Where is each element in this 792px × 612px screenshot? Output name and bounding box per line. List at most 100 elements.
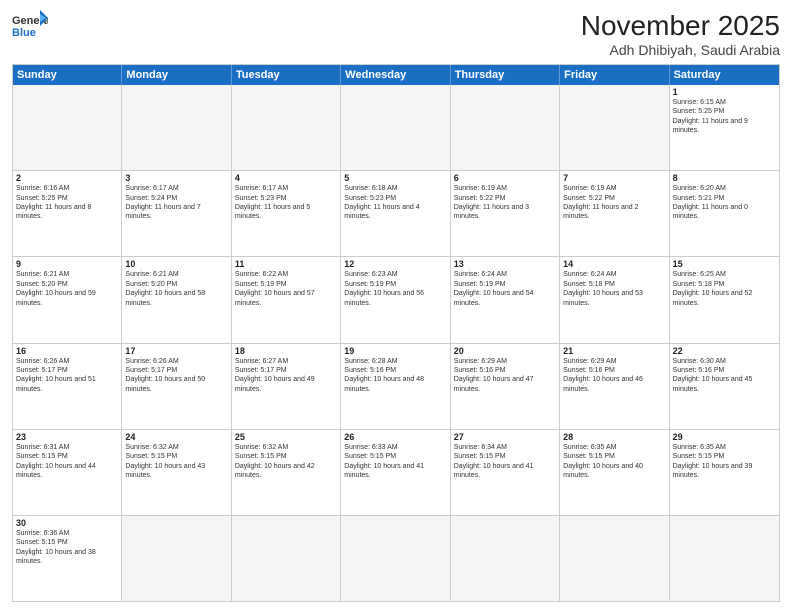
cell-info: Sunrise: 6:31 AMSunset: 5:15 PMDaylight:… [16,443,118,481]
logo: General Blue [12,10,48,38]
day-number: 1 [673,87,776,97]
cell-info: Sunrise: 6:25 AMSunset: 5:18 PMDaylight:… [673,270,776,308]
cal-cell [341,85,450,170]
cell-info: Sunrise: 6:32 AMSunset: 5:15 PMDaylight:… [235,443,337,481]
day-number: 27 [454,432,556,442]
cal-cell: 13Sunrise: 6:24 AMSunset: 5:19 PMDayligh… [451,257,560,342]
day-number: 2 [16,173,118,183]
calendar: SundayMondayTuesdayWednesdayThursdayFrid… [12,64,780,602]
cal-cell: 24Sunrise: 6:32 AMSunset: 5:15 PMDayligh… [122,430,231,515]
cal-cell: 28Sunrise: 6:35 AMSunset: 5:15 PMDayligh… [560,430,669,515]
header-day-tuesday: Tuesday [232,65,341,85]
cell-info: Sunrise: 6:35 AMSunset: 5:15 PMDaylight:… [673,443,776,481]
cell-info: Sunrise: 6:17 AMSunset: 5:24 PMDaylight:… [125,184,227,222]
cal-cell [560,85,669,170]
day-number: 28 [563,432,665,442]
day-number: 5 [344,173,446,183]
cal-cell: 23Sunrise: 6:31 AMSunset: 5:15 PMDayligh… [13,430,122,515]
day-number: 18 [235,346,337,356]
cal-cell: 12Sunrise: 6:23 AMSunset: 5:19 PMDayligh… [341,257,450,342]
day-number: 11 [235,259,337,269]
day-number: 14 [563,259,665,269]
day-number: 29 [673,432,776,442]
header-day-monday: Monday [122,65,231,85]
cal-cell: 14Sunrise: 6:24 AMSunset: 5:18 PMDayligh… [560,257,669,342]
cal-cell: 6Sunrise: 6:19 AMSunset: 5:22 PMDaylight… [451,171,560,256]
calendar-body: 1Sunrise: 6:15 AMSunset: 5:25 PMDaylight… [13,85,779,601]
day-number: 21 [563,346,665,356]
week-row-0: 1Sunrise: 6:15 AMSunset: 5:25 PMDaylight… [13,85,779,171]
cal-cell: 29Sunrise: 6:35 AMSunset: 5:15 PMDayligh… [670,430,779,515]
header-day-sunday: Sunday [13,65,122,85]
cell-info: Sunrise: 6:29 AMSunset: 5:16 PMDaylight:… [563,357,665,395]
cell-info: Sunrise: 6:30 AMSunset: 5:16 PMDaylight:… [673,357,776,395]
week-row-1: 2Sunrise: 6:16 AMSunset: 5:25 PMDaylight… [13,171,779,257]
header: General Blue November 2025 Adh Dhibiyah,… [12,10,780,58]
cal-cell: 8Sunrise: 6:20 AMSunset: 5:21 PMDaylight… [670,171,779,256]
cell-info: Sunrise: 6:15 AMSunset: 5:25 PMDaylight:… [673,98,776,136]
cell-info: Sunrise: 6:21 AMSunset: 5:20 PMDaylight:… [16,270,118,308]
cal-cell [451,516,560,601]
cell-info: Sunrise: 6:36 AMSunset: 5:15 PMDaylight:… [16,529,118,567]
cell-info: Sunrise: 6:21 AMSunset: 5:20 PMDaylight:… [125,270,227,308]
cal-cell [560,516,669,601]
location-title: Adh Dhibiyah, Saudi Arabia [581,42,780,58]
day-number: 8 [673,173,776,183]
cal-cell: 10Sunrise: 6:21 AMSunset: 5:20 PMDayligh… [122,257,231,342]
cal-cell: 4Sunrise: 6:17 AMSunset: 5:23 PMDaylight… [232,171,341,256]
cal-cell: 30Sunrise: 6:36 AMSunset: 5:15 PMDayligh… [13,516,122,601]
header-day-saturday: Saturday [670,65,779,85]
day-number: 17 [125,346,227,356]
cell-info: Sunrise: 6:19 AMSunset: 5:22 PMDaylight:… [454,184,556,222]
cal-cell [670,516,779,601]
day-number: 23 [16,432,118,442]
cal-cell [451,85,560,170]
week-row-2: 9Sunrise: 6:21 AMSunset: 5:20 PMDaylight… [13,257,779,343]
cal-cell [13,85,122,170]
week-row-5: 30Sunrise: 6:36 AMSunset: 5:15 PMDayligh… [13,516,779,601]
title-block: November 2025 Adh Dhibiyah, Saudi Arabia [581,10,780,58]
day-number: 13 [454,259,556,269]
cal-cell: 27Sunrise: 6:34 AMSunset: 5:15 PMDayligh… [451,430,560,515]
cell-info: Sunrise: 6:22 AMSunset: 5:19 PMDaylight:… [235,270,337,308]
cell-info: Sunrise: 6:26 AMSunset: 5:17 PMDaylight:… [125,357,227,395]
svg-text:Blue: Blue [12,27,36,38]
cal-cell: 1Sunrise: 6:15 AMSunset: 5:25 PMDaylight… [670,85,779,170]
month-title: November 2025 [581,10,780,42]
cell-info: Sunrise: 6:23 AMSunset: 5:19 PMDaylight:… [344,270,446,308]
cell-info: Sunrise: 6:32 AMSunset: 5:15 PMDaylight:… [125,443,227,481]
cell-info: Sunrise: 6:18 AMSunset: 5:23 PMDaylight:… [344,184,446,222]
page: General Blue November 2025 Adh Dhibiyah,… [0,0,792,612]
cal-cell [232,516,341,601]
day-number: 7 [563,173,665,183]
cell-info: Sunrise: 6:26 AMSunset: 5:17 PMDaylight:… [16,357,118,395]
cell-info: Sunrise: 6:33 AMSunset: 5:15 PMDaylight:… [344,443,446,481]
day-number: 24 [125,432,227,442]
cal-cell: 17Sunrise: 6:26 AMSunset: 5:17 PMDayligh… [122,344,231,429]
cal-cell [122,516,231,601]
cell-info: Sunrise: 6:19 AMSunset: 5:22 PMDaylight:… [563,184,665,222]
day-number: 20 [454,346,556,356]
cal-cell: 22Sunrise: 6:30 AMSunset: 5:16 PMDayligh… [670,344,779,429]
day-number: 3 [125,173,227,183]
cell-info: Sunrise: 6:16 AMSunset: 5:25 PMDaylight:… [16,184,118,222]
day-number: 26 [344,432,446,442]
cell-info: Sunrise: 6:28 AMSunset: 5:16 PMDaylight:… [344,357,446,395]
cal-cell: 11Sunrise: 6:22 AMSunset: 5:19 PMDayligh… [232,257,341,342]
day-number: 25 [235,432,337,442]
cal-cell: 18Sunrise: 6:27 AMSunset: 5:17 PMDayligh… [232,344,341,429]
cell-info: Sunrise: 6:17 AMSunset: 5:23 PMDaylight:… [235,184,337,222]
day-number: 16 [16,346,118,356]
cal-cell [122,85,231,170]
header-day-thursday: Thursday [451,65,560,85]
day-number: 30 [16,518,118,528]
cal-cell: 20Sunrise: 6:29 AMSunset: 5:16 PMDayligh… [451,344,560,429]
header-day-wednesday: Wednesday [341,65,450,85]
day-number: 4 [235,173,337,183]
cell-info: Sunrise: 6:27 AMSunset: 5:17 PMDaylight:… [235,357,337,395]
cell-info: Sunrise: 6:24 AMSunset: 5:19 PMDaylight:… [454,270,556,308]
cal-cell: 3Sunrise: 6:17 AMSunset: 5:24 PMDaylight… [122,171,231,256]
header-day-friday: Friday [560,65,669,85]
day-number: 9 [16,259,118,269]
cal-cell: 19Sunrise: 6:28 AMSunset: 5:16 PMDayligh… [341,344,450,429]
